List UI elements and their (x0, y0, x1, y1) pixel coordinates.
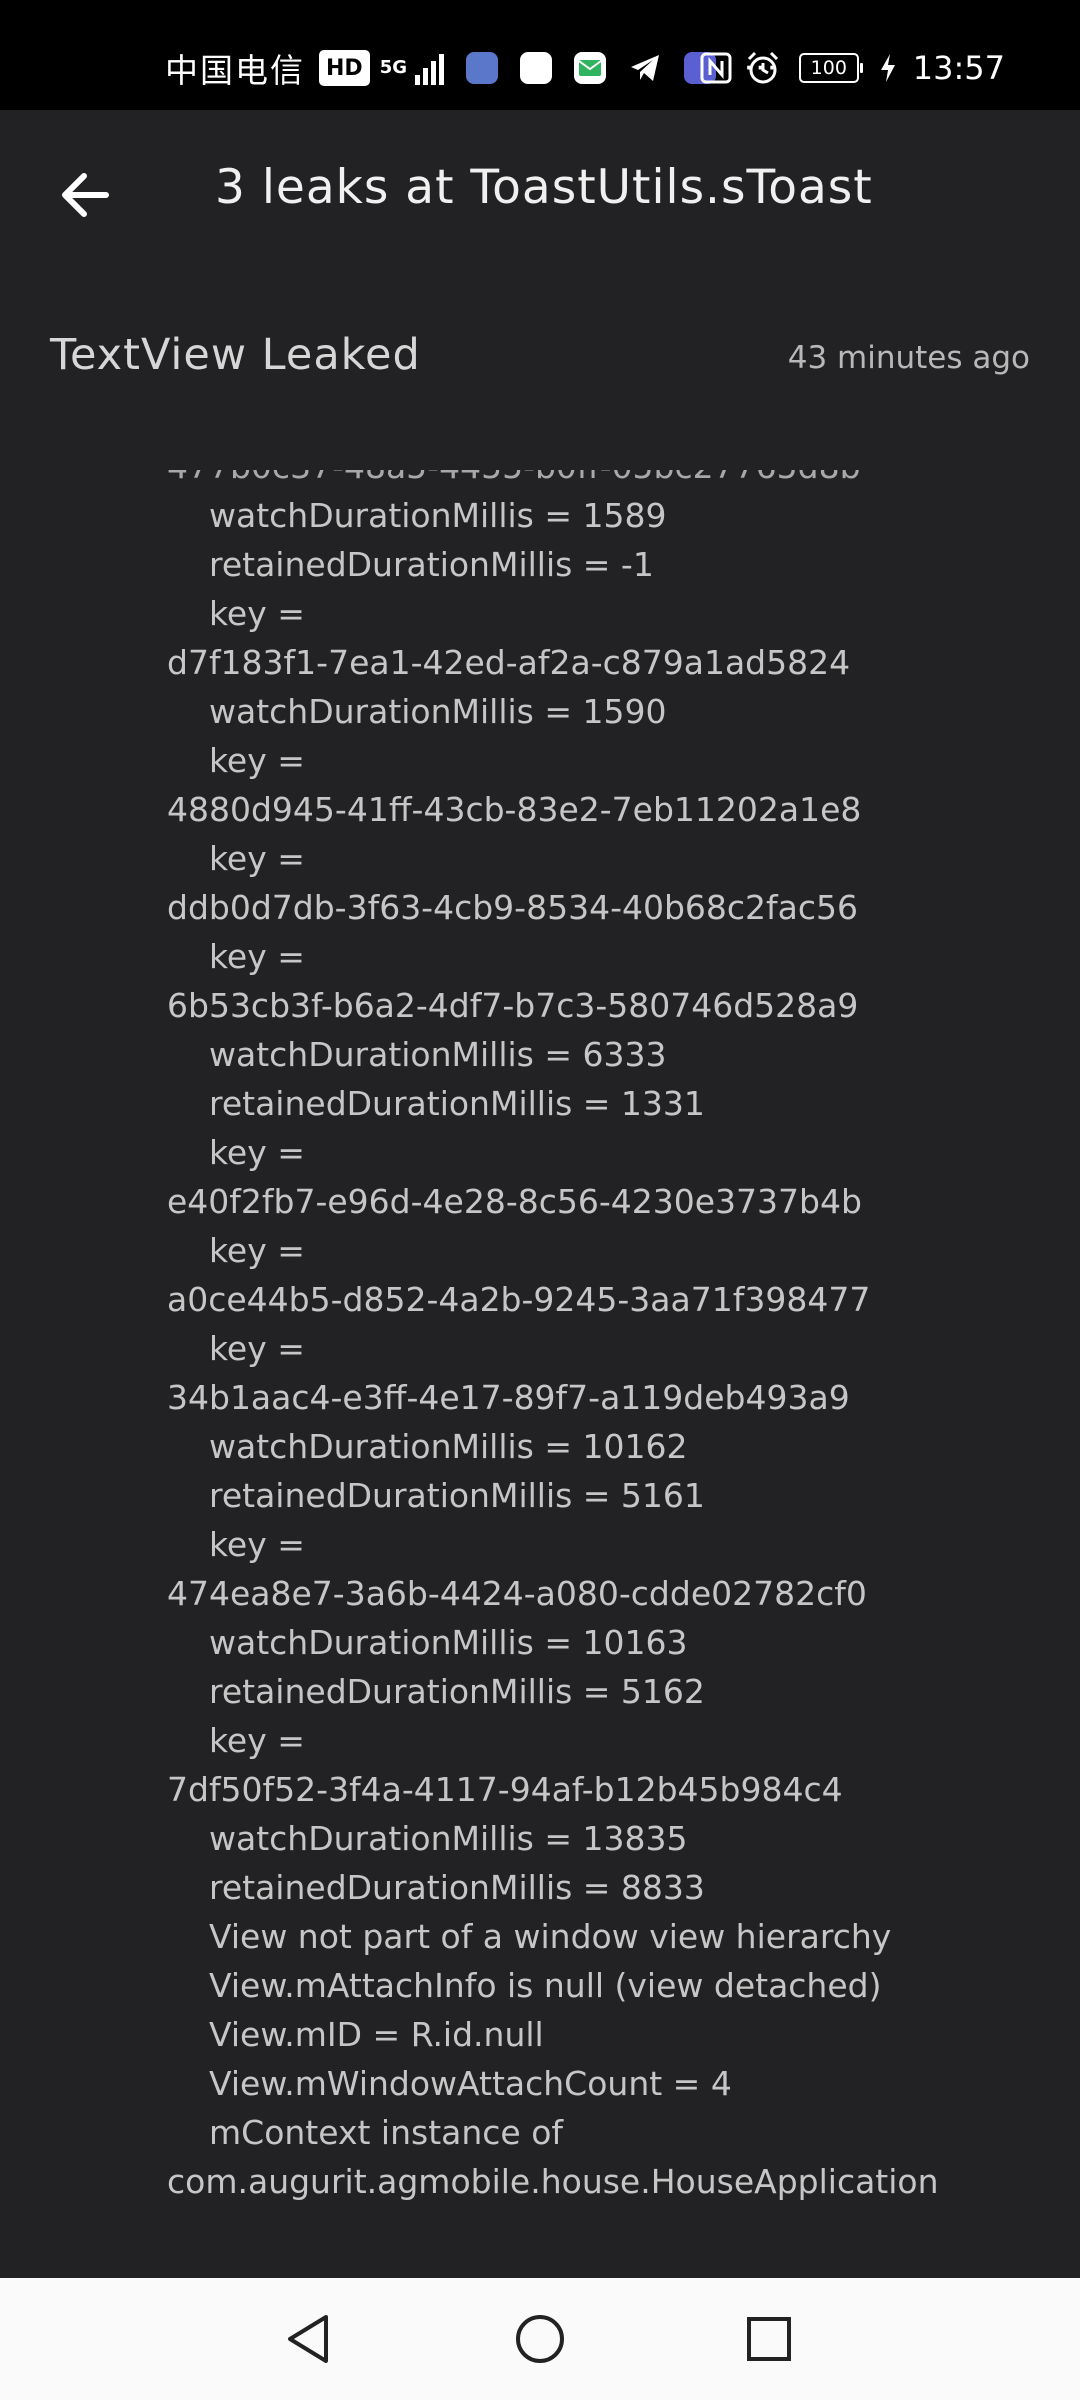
trace-line: e40f2fb7-e96d-4e28-8c56-4230e3737b4b (167, 1182, 862, 1221)
trace-line: 6b53cb3f-b6a2-4df7-b7c3-580746d528a9 (167, 986, 859, 1025)
trace-line: retainedDurationMillis = 1331 (209, 1084, 705, 1123)
leak-trace-list: 477b0c37-48a5-4455-b0ff-05bc27765d8b watc… (0, 470, 1080, 2206)
trace-line: View.mID = R.id.null (209, 2015, 544, 2054)
app-bar: 3 leaks at ToastUtils.sToast (0, 110, 1080, 280)
trace-line: key = (209, 1231, 305, 1270)
trace-line: 7df50f52-3f4a-4117-94af-b12b45b984c4 (167, 1770, 843, 1809)
navigation-bar (0, 2278, 1080, 2400)
notification-app-icon-1 (466, 52, 498, 84)
trace-line: watchDurationMillis = 1590 (209, 692, 667, 731)
trace-line: key = (209, 594, 305, 633)
trace-line: key = (209, 937, 305, 976)
status-right-group: 100 13:57 (699, 44, 1005, 92)
notification-app-icon-2 (520, 52, 552, 84)
trace-line: key = (209, 1525, 305, 1564)
trace-line: 4880d945-41ff-43cb-83e2-7eb11202a1e8 (167, 790, 862, 829)
arrow-left-icon (62, 173, 109, 217)
trace-line: retainedDurationMillis = 8833 (209, 1868, 705, 1907)
trace-line: retainedDurationMillis = 5161 (209, 1476, 705, 1515)
trace-line: key = (209, 1721, 305, 1760)
battery-indicator: 100 (798, 53, 863, 83)
trace-line: key = (209, 741, 305, 780)
trace-line: a0ce44b5-d852-4a2b-9245-3aa71f398477 (167, 1280, 871, 1319)
trace-line: d7f183f1-7ea1-42ed-af2a-c879a1ad5824 (167, 643, 851, 682)
signal-strength-icon (415, 51, 444, 85)
nfc-icon (699, 51, 733, 85)
notification-mail-icon (574, 52, 606, 84)
network-type-badge: 5G (379, 57, 407, 78)
back-button[interactable] (50, 160, 120, 230)
trace-line: com.augurit.agmobile.house.HouseApplicat… (167, 2162, 939, 2201)
page-title: 3 leaks at ToastUtils.sToast (215, 160, 873, 215)
status-left-group: 中国电信 HD 5G ··· (165, 40, 779, 96)
telegram-icon (628, 51, 662, 85)
trace-line: 34b1aac4-e3ff-4e17-89f7-a119deb493a9 (167, 1378, 850, 1417)
trace-line: retainedDurationMillis = 5162 (209, 1672, 705, 1711)
trace-line: key = (209, 1329, 305, 1368)
trace-line: 474ea8e7-3a6b-4424-a080-cdde02782cf0 (167, 1574, 867, 1613)
trace-line: mContext instance of (209, 2113, 564, 2152)
trace-line: View.mWindowAttachCount = 4 (209, 2064, 732, 2103)
trace-line: ddb0d7db-3f63-4cb9-8534-40b68c2fac56 (167, 888, 859, 927)
charging-icon (879, 52, 897, 84)
trace-line: 477b0c37-48a5-4455-b0ff-05bc27765d8b (0, 470, 1080, 491)
circle-home-icon (516, 2315, 564, 2363)
trace-line: key = (209, 839, 305, 878)
screen: 中国电信 HD 5G ··· 100 13:57 3 leaks at Toas… (0, 0, 1080, 2400)
hd-badge: HD (319, 50, 370, 86)
trace-line: watchDurationMillis = 10162 (209, 1427, 688, 1466)
leak-timestamp: 43 minutes ago (787, 340, 1030, 376)
triangle-back-icon (288, 2315, 328, 2363)
square-recents-icon (747, 2317, 791, 2361)
leak-trace-scroll[interactable]: 477b0c37-48a5-4455-b0ff-05bc27765d8b watc… (0, 470, 1080, 2230)
status-clock: 13:57 (912, 49, 1005, 87)
trace-line: key = (209, 1133, 305, 1172)
alarm-icon (745, 50, 781, 86)
carrier-label: 中国电信 (165, 51, 305, 90)
trace-line: watchDurationMillis = 1589 (209, 496, 667, 535)
trace-line: View.mAttachInfo is null (view detached) (209, 1966, 882, 2005)
leak-title: TextView Leaked (50, 330, 421, 380)
leak-header: TextView Leaked 43 minutes ago (0, 330, 1080, 400)
nav-back-button[interactable] (273, 2304, 343, 2374)
trace-line: retainedDurationMillis = -1 (209, 545, 654, 584)
trace-line: watchDurationMillis = 13835 (209, 1819, 688, 1858)
status-bar: 中国电信 HD 5G ··· 100 13:57 (0, 0, 1080, 110)
trace-line: View not part of a window view hierarchy (209, 1917, 892, 1956)
trace-line: watchDurationMillis = 10163 (209, 1623, 688, 1662)
nav-recents-button[interactable] (734, 2304, 804, 2374)
nav-home-button[interactable] (505, 2304, 575, 2374)
trace-line: watchDurationMillis = 6333 (209, 1035, 667, 1074)
